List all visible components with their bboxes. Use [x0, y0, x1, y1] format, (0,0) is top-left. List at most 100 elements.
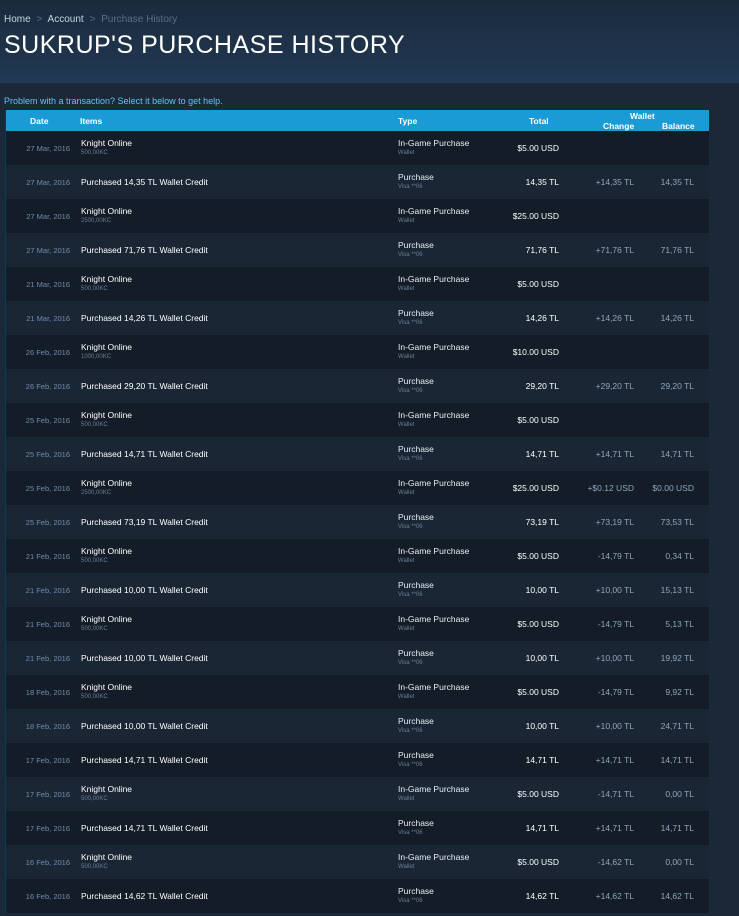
table-row[interactable]: 21 Feb, 2016 Knight Online 500,00KC In-Game…: [6, 607, 709, 641]
row-type: Purchase: [398, 648, 434, 658]
row-item: Purchased 73,19 TL Wallet Credit: [81, 517, 208, 527]
row-payment-method: Visa **06: [398, 592, 423, 598]
row-item-detail: 2500,00KC: [81, 490, 112, 496]
row-wallet-balance: $0.00 USD: [652, 483, 694, 493]
table-row[interactable]: 26 Feb, 2016 Knight Online 1000,00KC In-Gam…: [6, 335, 709, 369]
row-date: 16 Feb, 2016: [25, 892, 70, 901]
row-payment-method: Visa **06: [398, 456, 423, 462]
table-row[interactable]: 18 Feb, 2016 Knight Online 500,00KC In-Game…: [6, 675, 709, 709]
row-wallet-balance: 5,13 TL: [665, 619, 694, 629]
row-date: 21 Feb, 2016: [25, 552, 70, 561]
row-payment-method: Wallet: [398, 558, 415, 564]
table-row[interactable]: 25 Feb, 2016 Purchased 73,19 TL Wallet Cr…: [6, 505, 709, 539]
row-total: $5.00 USD: [517, 619, 559, 629]
row-total: 10,00 TL: [525, 653, 559, 663]
row-item: Knight Online: [81, 682, 133, 692]
table-row[interactable]: 21 Mar, 2016 Purchased 14,26 TL Wallet Cr…: [6, 301, 709, 335]
row-item: Knight Online: [81, 784, 133, 794]
row-payment-method: Visa **06: [398, 660, 423, 666]
table-row[interactable]: 25 Feb, 2016 Knight Online 2500,00KC In-Gam…: [6, 471, 709, 505]
row-date: 21 Feb, 2016: [25, 620, 70, 629]
row-wallet-balance: 0,00 TL: [665, 789, 694, 799]
table-row[interactable]: 21 Feb, 2016 Purchased 10,00 TL Wallet Cr…: [6, 641, 709, 675]
row-wallet-change: -14,79 TL: [597, 551, 634, 561]
table-row[interactable]: 27 Mar, 2016 Knight Online 500,00KC In-Game…: [6, 131, 709, 165]
row-wallet-change: +14,26 TL: [595, 313, 634, 323]
row-type: In-Game Purchase: [398, 546, 470, 556]
row-total: $5.00 USD: [517, 857, 559, 867]
row-date: 25 Feb, 2016: [25, 450, 70, 459]
row-item-detail: 1000,00KC: [81, 354, 112, 360]
row-item: Purchased 29,20 TL Wallet Credit: [81, 381, 208, 391]
row-item-detail: 500,00KC: [81, 626, 108, 632]
row-wallet-balance: 14,26 TL: [660, 313, 694, 323]
table-row[interactable]: 17 Feb, 2016 Knight Online 500,00KC In-Game…: [6, 777, 709, 811]
row-wallet-change: +$0.12 USD: [587, 483, 634, 493]
row-payment-method: Visa **06: [398, 762, 423, 768]
breadcrumb-home[interactable]: Home: [4, 14, 31, 25]
row-total: $25.00 USD: [512, 483, 559, 493]
row-wallet-balance: 15,13 TL: [660, 585, 694, 595]
row-total: $5.00 USD: [517, 279, 559, 289]
row-total: $5.00 USD: [517, 551, 559, 561]
table-row[interactable]: 18 Feb, 2016 Purchased 10,00 TL Wallet Cr…: [6, 709, 709, 743]
table-header: Date Items Type Total Wallet Change Bala…: [6, 110, 709, 131]
row-wallet-balance: 0,34 TL: [665, 551, 694, 561]
table-row[interactable]: 21 Feb, 2016 Knight Online 500,00KC In-Game…: [6, 539, 709, 573]
breadcrumb-account[interactable]: Account: [48, 14, 84, 25]
table-row[interactable]: 21 Feb, 2016 Purchased 10,00 TL Wallet Cr…: [6, 573, 709, 607]
table-row[interactable]: 27 Mar, 2016 Knight Online 2500,00KC In-Gam…: [6, 199, 709, 233]
table-row[interactable]: 25 Feb, 2016 Knight Online 500,00KC In-Game…: [6, 403, 709, 437]
row-date: 27 Mar, 2016: [26, 246, 70, 255]
row-type: In-Game Purchase: [398, 478, 470, 488]
row-item: Purchased 14,26 TL Wallet Credit: [81, 313, 208, 323]
table-row[interactable]: 16 Feb, 2016 Purchased 14,62 TL Wallet Cr…: [6, 879, 709, 913]
row-payment-method: Wallet: [398, 796, 415, 802]
row-item: Purchased 71,76 TL Wallet Credit: [81, 245, 208, 255]
breadcrumb: Home > Account > Purchase History: [4, 14, 177, 25]
transaction-help-link[interactable]: Problem with a transaction? Select it be…: [4, 96, 223, 106]
row-date: 26 Feb, 2016: [25, 382, 70, 391]
row-payment-method: Wallet: [398, 354, 415, 360]
table-row[interactable]: 17 Feb, 2016 Purchased 14,71 TL Wallet Cr…: [6, 743, 709, 777]
row-payment-method: Visa **06: [398, 252, 423, 258]
row-date: 25 Feb, 2016: [25, 416, 70, 425]
row-type: In-Game Purchase: [398, 784, 470, 794]
row-date: 26 Feb, 2016: [25, 348, 70, 357]
row-item: Purchased 14,71 TL Wallet Credit: [81, 755, 208, 765]
row-item-detail: 500,00KC: [81, 150, 108, 156]
row-date: 16 Feb, 2016: [25, 858, 70, 867]
row-type: In-Game Purchase: [398, 682, 470, 692]
row-date: 27 Mar, 2016: [26, 178, 70, 187]
table-row[interactable]: 21 Mar, 2016 Knight Online 500,00KC In-Game…: [6, 267, 709, 301]
row-wallet-change: +14,71 TL: [595, 449, 634, 459]
row-payment-method: Wallet: [398, 218, 415, 224]
row-total: 73,19 TL: [525, 517, 559, 527]
row-item: Knight Online: [81, 410, 133, 420]
row-total: $5.00 USD: [517, 687, 559, 697]
table-row[interactable]: 27 Mar, 2016 Purchased 71,76 TL Wallet Cr…: [6, 233, 709, 267]
row-item-detail: 500,00KC: [81, 286, 108, 292]
row-total: 10,00 TL: [525, 585, 559, 595]
table-row[interactable]: 27 Mar, 2016 Purchased 14,35 TL Wallet Cr…: [6, 165, 709, 199]
row-total: $25.00 USD: [512, 211, 559, 221]
table-row[interactable]: 17 Feb, 2016 Purchased 14,71 TL Wallet Cr…: [6, 811, 709, 845]
row-item-detail: 500,00KC: [81, 864, 108, 870]
row-type: In-Game Purchase: [398, 614, 470, 624]
row-total: 71,76 TL: [525, 245, 559, 255]
table-row[interactable]: 26 Feb, 2016 Purchased 29,20 TL Wallet Cr…: [6, 369, 709, 403]
row-item: Knight Online: [81, 546, 133, 556]
row-wallet-change: -14,79 TL: [597, 687, 634, 697]
row-wallet-change: +10,00 TL: [595, 721, 634, 731]
row-type: Purchase: [398, 580, 434, 590]
row-item-detail: 2500,00KC: [81, 218, 112, 224]
row-type: Purchase: [398, 750, 434, 760]
table-row[interactable]: 16 Feb, 2016 Knight Online 500,00KC In-Game…: [6, 845, 709, 879]
page-header: Home > Account > Purchase History SUKRUP…: [0, 0, 739, 83]
header-date: Date: [30, 116, 49, 126]
row-total: 29,20 TL: [525, 381, 559, 391]
header-type: Type: [398, 116, 418, 126]
row-item: Purchased 14,71 TL Wallet Credit: [81, 449, 208, 459]
row-payment-method: Visa **06: [398, 524, 423, 530]
table-row[interactable]: 25 Feb, 2016 Purchased 14,71 TL Wallet Cr…: [6, 437, 709, 471]
